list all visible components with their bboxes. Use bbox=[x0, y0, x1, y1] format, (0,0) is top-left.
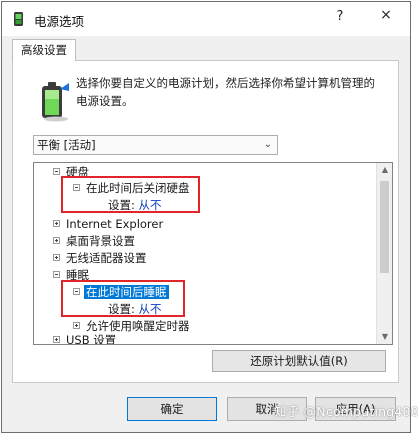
collapse-icon[interactable] bbox=[53, 168, 60, 175]
settings-tree[interactable]: 硬盘 在此时间后关闭硬盘 设置: 从不 Internet Explorer 桌面… bbox=[33, 162, 393, 345]
expand-icon[interactable] bbox=[53, 220, 60, 227]
tree-item-sleep-after[interactable]: 在此时间后睡眠 bbox=[73, 284, 169, 300]
expand-icon[interactable] bbox=[53, 237, 60, 244]
expand-icon[interactable] bbox=[53, 254, 60, 261]
scrollbar-thumb[interactable] bbox=[380, 181, 389, 273]
tree-item-hard-disk[interactable]: 硬盘 bbox=[53, 164, 89, 180]
close-button[interactable]: × bbox=[378, 7, 394, 23]
sleep-setting-row: 设置: 从不 bbox=[108, 301, 162, 317]
tab-advanced-settings[interactable]: 高级设置 bbox=[12, 39, 76, 61]
power-plan-dropdown[interactable]: 平衡 [活动] ⌄ bbox=[33, 135, 278, 155]
chevron-down-icon: ⌄ bbox=[263, 139, 272, 150]
tree-item-wireless-adapter[interactable]: 无线适配器设置 bbox=[53, 250, 147, 266]
disk-setting-row: 设置: 从不 bbox=[108, 197, 162, 213]
vertical-scrollbar[interactable]: ▲ ▼ bbox=[376, 163, 392, 344]
title-bar: 电源选项 ? × bbox=[2, 2, 410, 36]
help-button[interactable]: ? bbox=[332, 9, 348, 24]
expand-icon[interactable] bbox=[73, 322, 80, 329]
power-options-icon bbox=[14, 12, 23, 26]
disk-setting-value[interactable]: 从不 bbox=[139, 198, 162, 212]
tree-item-turn-off-disk[interactable]: 在此时间后关闭硬盘 bbox=[73, 180, 190, 196]
collapse-icon[interactable] bbox=[73, 184, 80, 191]
power-options-dialog: 电源选项 ? × 高级设置 选择你要自定义的电源计划，然后选择你希望计算机管理的… bbox=[1, 1, 418, 433]
tree-item-usb-settings[interactable]: USB 设置 bbox=[53, 332, 116, 344]
tree-item-desktop-background[interactable]: 桌面背景设置 bbox=[53, 233, 135, 249]
battery-icon bbox=[42, 82, 69, 122]
setting-label: 设置: bbox=[108, 198, 135, 212]
scroll-down-arrow-icon[interactable]: ▼ bbox=[377, 330, 392, 344]
sleep-setting-value[interactable]: 从不 bbox=[139, 302, 162, 316]
tree-item-internet-explorer[interactable]: Internet Explorer bbox=[53, 216, 163, 232]
watermark-text: 知乎 @Ncomputing400 bbox=[274, 404, 418, 419]
scroll-up-arrow-icon[interactable]: ▲ bbox=[377, 163, 392, 177]
advanced-settings-panel: 选择你要自定义的电源计划，然后选择你希望计算机管理的电源设置。 平衡 [活动] … bbox=[12, 60, 399, 383]
collapse-icon[interactable] bbox=[53, 271, 60, 278]
tree-item-sleep[interactable]: 睡眠 bbox=[53, 267, 89, 283]
description-text: 选择你要自定义的电源计划，然后选择你希望计算机管理的电源设置。 bbox=[76, 76, 375, 108]
setting-label: 设置: bbox=[108, 302, 135, 316]
collapse-icon[interactable] bbox=[73, 288, 80, 295]
ok-button[interactable]: 确定 bbox=[127, 397, 217, 421]
expand-icon[interactable] bbox=[53, 336, 60, 343]
window-title: 电源选项 bbox=[34, 14, 85, 29]
power-plan-selected-value: 平衡 [活动] bbox=[37, 138, 96, 152]
restore-defaults-button[interactable]: 还原计划默认值(R) bbox=[212, 350, 386, 372]
